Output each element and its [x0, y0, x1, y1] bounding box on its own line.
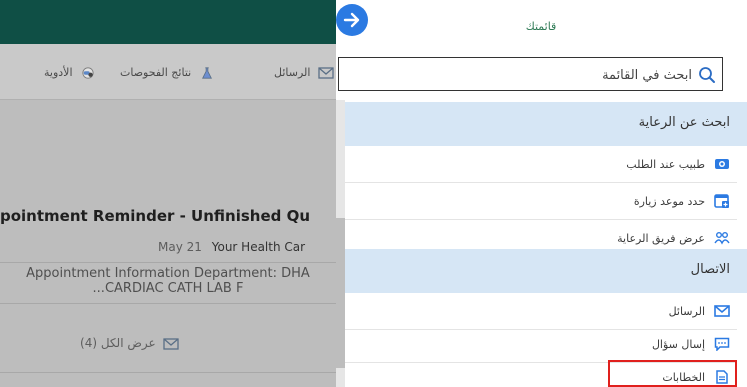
menu-item-schedule-visit[interactable]: حدد موعد زيارة [345, 183, 737, 220]
view-all-label: عرض الكل (4) [80, 336, 156, 350]
envelope-icon [714, 305, 730, 317]
care-team-icon [714, 232, 730, 245]
search-input[interactable] [362, 65, 692, 85]
menu-item-messages[interactable]: الرسائل [345, 293, 737, 330]
scrollbar-thumb[interactable] [336, 218, 345, 368]
reminder-date: May 21 [158, 240, 202, 254]
menu-item-label: الرسائل [668, 305, 705, 318]
reminder-body-line2: ...CARDIAC CATH LAB F [92, 281, 244, 296]
nav-messages[interactable]: الرسائل [274, 66, 334, 79]
view-all-link[interactable]: عرض الكل (4) [80, 336, 180, 350]
nav-medications-label: الأدوية [44, 66, 73, 79]
selection-highlight [608, 360, 737, 387]
envelope-icon [163, 337, 180, 350]
reminder-title[interactable]: pointment Reminder - Unfinished Qu [0, 207, 310, 225]
menu-item-label: طبيب عند الطلب [626, 158, 705, 171]
chat-bubble-icon [714, 337, 730, 351]
menu-item-label: عرض فريق الرعاية [617, 232, 705, 245]
search-box[interactable] [338, 57, 723, 91]
divider [0, 372, 336, 373]
reminder-body-line1: Appointment Information Department: DHA [26, 266, 310, 281]
reminder-body: Appointment Information Department: DHA … [0, 262, 336, 304]
section-find-care: ابحث عن الرعاية [345, 102, 747, 146]
scrollbar[interactable] [336, 100, 345, 387]
arrow-right-icon [343, 12, 360, 28]
section-find-care-title: ابحث عن الرعاية [638, 115, 730, 130]
menu-panel: قائمتك ابحث عن الرعاية طبيب عند الطلب حد… [336, 0, 747, 387]
section-communication: الاتصال [345, 249, 747, 293]
calendar-add-icon [714, 194, 729, 208]
flask-icon [201, 67, 212, 79]
panel-title: قائمتك [525, 20, 557, 33]
reminder-sender: Your Health Car [211, 240, 306, 254]
search-icon [699, 67, 715, 83]
envelope-icon [318, 67, 334, 79]
nav-medications[interactable]: الأدوية [44, 66, 96, 79]
close-menu-button[interactable] [336, 4, 368, 36]
menu-item-label: إسال سؤال [651, 338, 705, 351]
menu-item-doctor-on-demand[interactable]: طبيب عند الطلب [345, 146, 737, 183]
nav-lab-results-label: نتائج الفحوصات [120, 66, 192, 79]
pills-icon [82, 67, 94, 79]
menu-item-ask-question[interactable]: إسال سؤال [345, 326, 737, 363]
nav-lab-results[interactable]: نتائج الفحوصات [120, 66, 215, 79]
menu-item-label: حدد موعد زيارة [633, 195, 705, 208]
video-camera-icon [715, 159, 729, 169]
reminder-meta: May 21 Your Health Car [158, 240, 305, 254]
section-communication-title: الاتصال [690, 262, 730, 277]
nav-messages-label: الرسائل [274, 66, 311, 79]
